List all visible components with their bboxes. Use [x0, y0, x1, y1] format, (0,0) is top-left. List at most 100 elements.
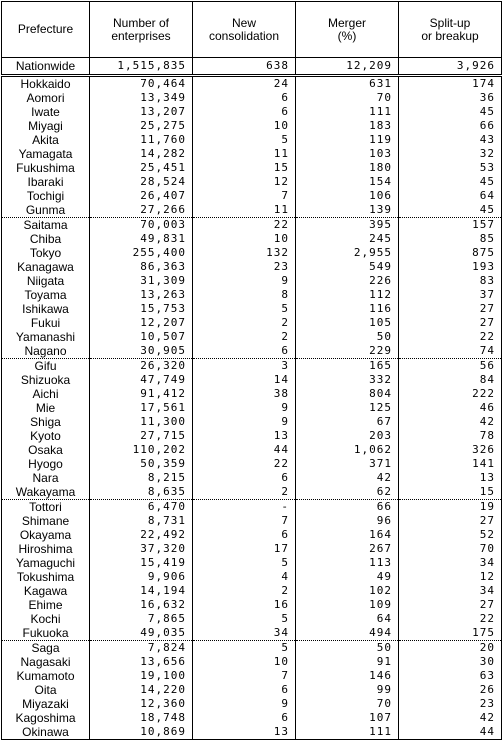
new-consolidation-value: 132: [192, 246, 296, 260]
split-up-value: 326: [398, 443, 502, 457]
nationwide-row: Nationwide 1,515,835 638 12,209 3,926: [1, 57, 502, 77]
merger-value: 42: [295, 471, 399, 485]
split-up-value: 13: [398, 471, 502, 485]
split-up-value: 45: [398, 105, 502, 119]
table-row: Yamanashi 10,507 2 50 22: [1, 330, 502, 344]
enterprises-value: 13,349: [89, 91, 193, 105]
new-consolidation-value: 2: [192, 485, 296, 500]
prefecture-name: Fukuoka: [1, 626, 90, 641]
new-consolidation-value: 6: [192, 711, 296, 725]
table-row: Shizuoka 47,749 14 332 84: [1, 373, 502, 387]
prefecture-name: Kanagawa: [1, 260, 90, 274]
new-consolidation-value: 4: [192, 570, 296, 584]
merger-value: 62: [295, 485, 399, 500]
new-consolidation-value: 6: [192, 344, 296, 359]
prefecture-name: Saitama: [1, 217, 90, 232]
split-up-value: 64: [398, 189, 502, 203]
table-row: Wakayama 8,635 2 62 15: [1, 485, 502, 500]
table-row: Kumamoto 19,100 7 146 63: [1, 669, 502, 683]
enterprises-value: 14,220: [89, 683, 193, 697]
prefecture-name: Tokyo: [1, 246, 90, 260]
enterprises-value: 16,632: [89, 598, 193, 612]
enterprises-value: 27,266: [89, 203, 193, 218]
split-up-value: 222: [398, 387, 502, 401]
prefecture-name: Wakayama: [1, 485, 90, 500]
prefecture-name: Saga: [1, 640, 90, 655]
enterprises-value: 26,407: [89, 189, 193, 203]
prefecture-name: Nagasaki: [1, 655, 90, 669]
split-up-value: 36: [398, 91, 502, 105]
new-consolidation-value: 5: [192, 556, 296, 570]
split-up-value: 43: [398, 133, 502, 147]
table-row: Ehime 16,632 16 109 27: [1, 598, 502, 612]
merger-value: 91: [295, 655, 399, 669]
enterprises-value: 15,753: [89, 302, 193, 316]
table-row: Fukui 12,207 2 105 27: [1, 316, 502, 330]
table-row: Kagoshima 18,748 6 107 42: [1, 711, 502, 725]
table-row: Gifu 26,320 3 165 56: [1, 358, 502, 373]
enterprises-value: 17,561: [89, 401, 193, 415]
enterprises-value: 25,275: [89, 119, 193, 133]
header-row: Prefecture Number of enterprises New con…: [1, 1, 502, 58]
prefecture-name: Miyazaki: [1, 697, 90, 711]
merger-value: 67: [295, 415, 399, 429]
enterprises-value: 1,515,835: [89, 57, 193, 77]
table-row: Shiga 11,300 9 67 42: [1, 415, 502, 429]
enterprises-value: 8,731: [89, 514, 193, 528]
prefecture-name: Tottori: [1, 499, 90, 514]
new-consolidation-value: 5: [192, 612, 296, 626]
prefecture-name: Gunma: [1, 203, 90, 218]
merger-value: 631: [295, 75, 399, 91]
enterprises-value: 49,035: [89, 626, 193, 641]
table-row: Shimane 8,731 7 96 27: [1, 514, 502, 528]
enterprises-value: 28,524: [89, 175, 193, 189]
split-up-value: 20: [398, 640, 502, 655]
split-up-value: 27: [398, 302, 502, 316]
enterprises-value: 30,905: [89, 344, 193, 359]
new-consolidation-value: 5: [192, 640, 296, 655]
table-row: Hokkaido 70,464 24 631 174: [1, 75, 502, 91]
enterprises-value: 7,824: [89, 640, 193, 655]
new-consolidation-value: 9: [192, 274, 296, 288]
new-consolidation-value: -: [192, 499, 296, 514]
new-consolidation-value: 5: [192, 302, 296, 316]
merger-value: 226: [295, 274, 399, 288]
table-row: Miyagi 25,275 10 183 66: [1, 119, 502, 133]
enterprises-value: 8,215: [89, 471, 193, 485]
split-up-value: 74: [398, 344, 502, 359]
split-up-value: 70: [398, 542, 502, 556]
split-up-value: 12: [398, 570, 502, 584]
split-up-value: 30: [398, 655, 502, 669]
new-consolidation-value: 13: [192, 429, 296, 443]
enterprises-value: 37,320: [89, 542, 193, 556]
split-up-value: 44: [398, 725, 502, 740]
enterprises-value: 9,906: [89, 570, 193, 584]
header-label: Number of enterprises: [111, 15, 171, 43]
prefecture-name: Miyagi: [1, 119, 90, 133]
enterprises-value: 27,715: [89, 429, 193, 443]
table-row: Okinawa 10,869 13 111 44: [1, 725, 502, 740]
new-consolidation-value: 6: [192, 105, 296, 119]
merger-value: 494: [295, 626, 399, 641]
table-row: Yamagata 14,282 11 103 32: [1, 147, 502, 161]
table-row: Yamaguchi 15,419 5 113 34: [1, 556, 502, 570]
table-row: Gunma 27,266 11 139 45: [1, 203, 502, 218]
table-row: Oita 14,220 6 99 26: [1, 683, 502, 697]
prefecture-name: Shizuoka: [1, 373, 90, 387]
prefecture-name: Kumamoto: [1, 669, 90, 683]
prefecture-name: Niigata: [1, 274, 90, 288]
enterprises-value: 10,507: [89, 330, 193, 344]
enterprises-value: 12,360: [89, 697, 193, 711]
merger-value: 119: [295, 133, 399, 147]
prefecture-name: Yamanashi: [1, 330, 90, 344]
enterprises-value: 25,451: [89, 161, 193, 175]
split-up-value: 85: [398, 232, 502, 246]
merger-value: 109: [295, 598, 399, 612]
table-row: Kagawa 14,194 2 102 34: [1, 584, 502, 598]
table-row: Tottori 6,470-66 19: [1, 499, 502, 514]
table-row: Okayama 22,492 6 164 52: [1, 528, 502, 542]
header-enterprises: Number of enterprises: [89, 1, 193, 58]
prefecture-name: Hokkaido: [1, 75, 90, 91]
merger-value: 549: [295, 260, 399, 274]
prefecture-name: Iwate: [1, 105, 90, 119]
